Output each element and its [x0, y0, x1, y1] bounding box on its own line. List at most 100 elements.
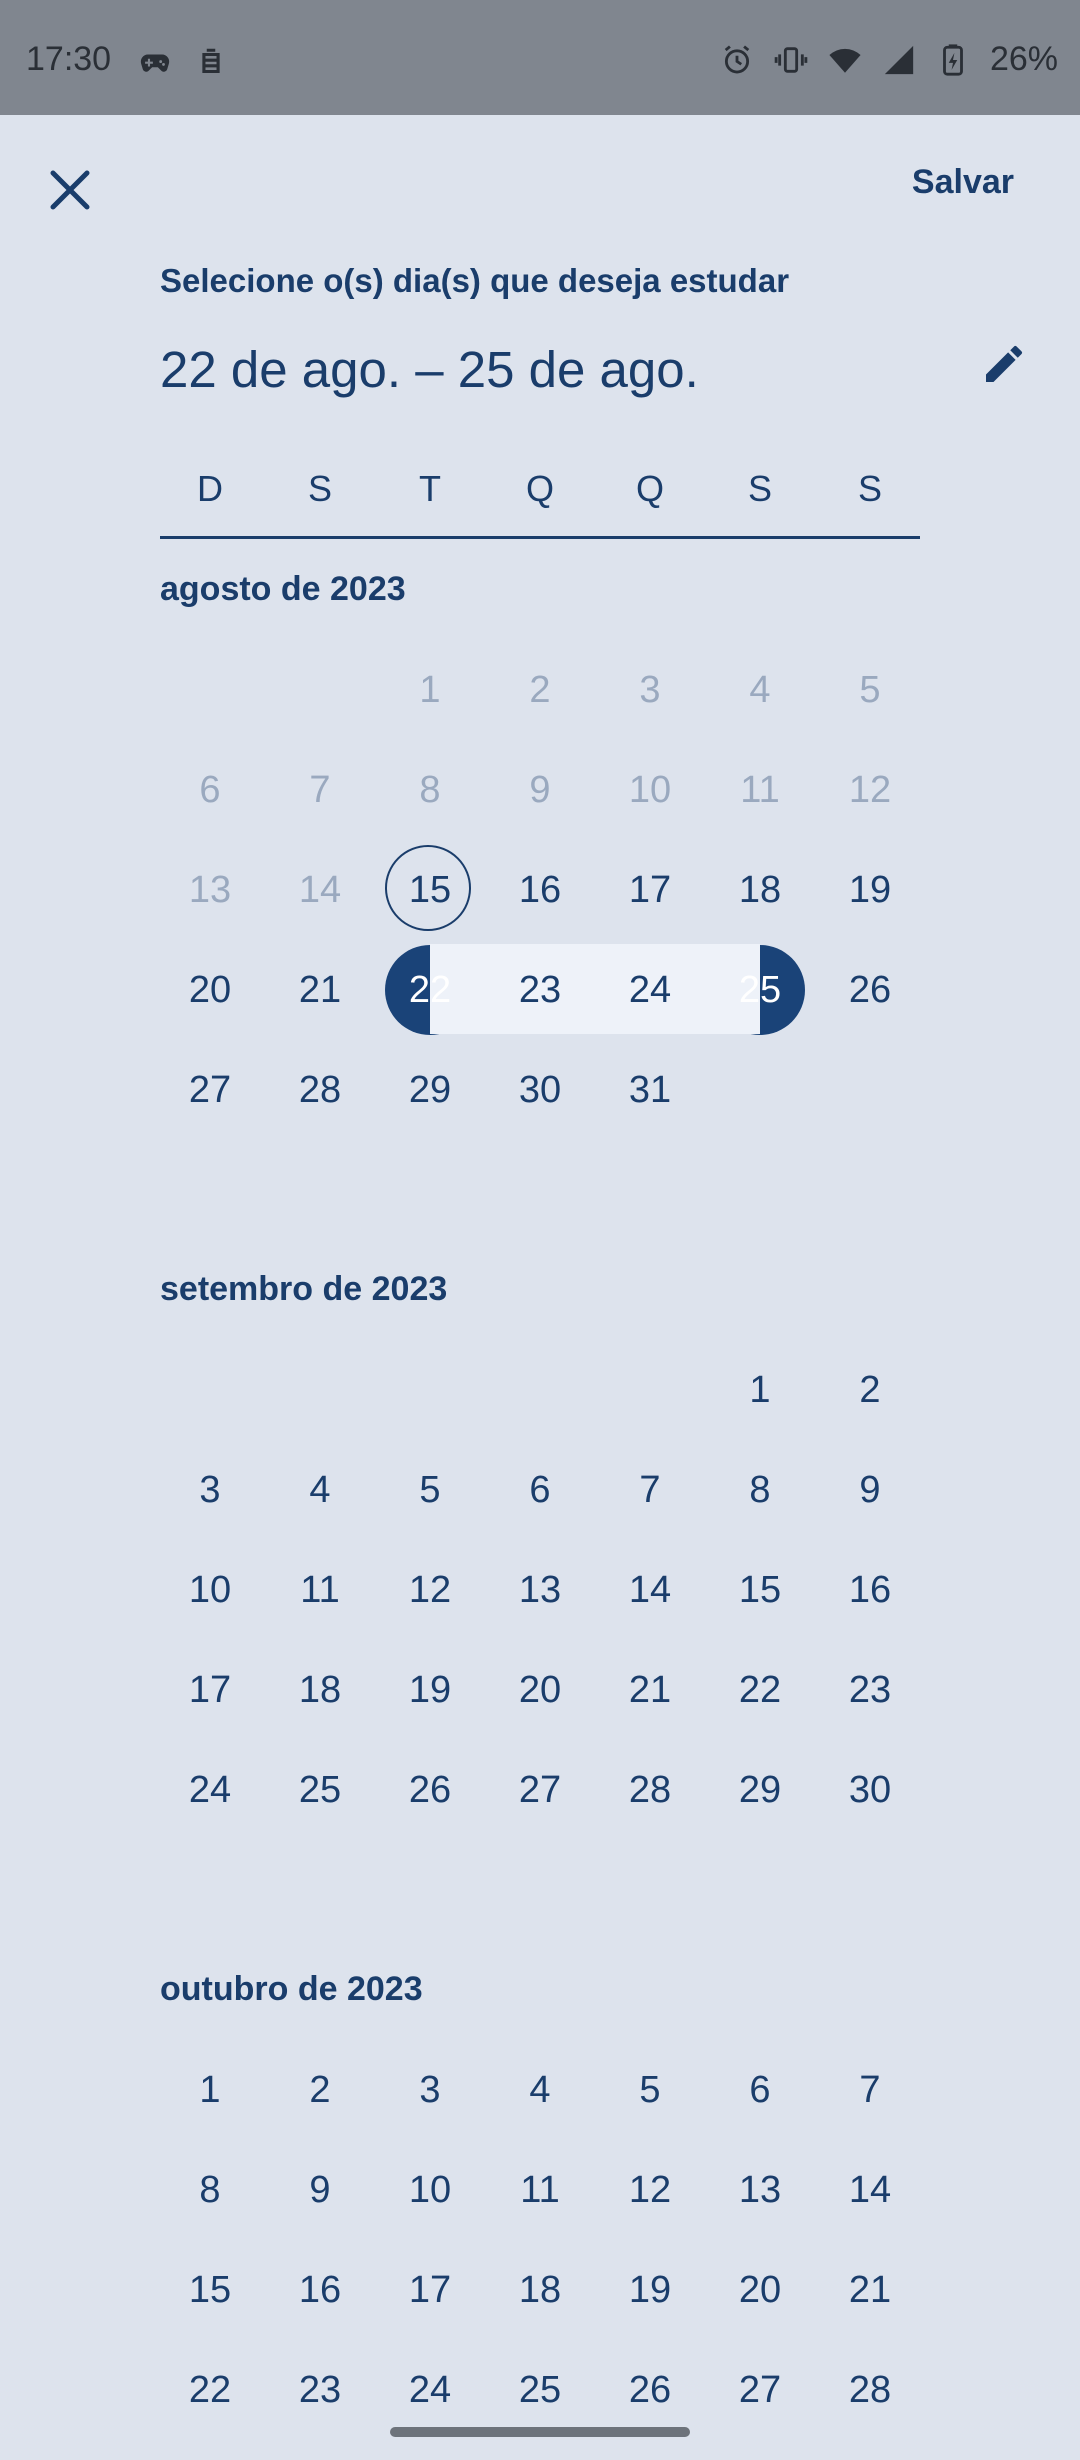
gamepad-icon — [140, 54, 170, 72]
calendar-day[interactable]: 28 — [595, 1760, 705, 1820]
calendar-day[interactable]: 19 — [595, 2260, 705, 2320]
weekday-label: S — [857, 468, 882, 509]
calendar-day[interactable]: 21 — [815, 2260, 925, 2320]
calendar-day-disabled: 9 — [529, 769, 551, 811]
calendar-day[interactable]: 6 — [705, 2060, 815, 2120]
picker-subtitle: Selecione o(s) dia(s) que deseja estudar — [160, 262, 790, 299]
calendar-day[interactable]: 15 — [705, 1560, 815, 1620]
calendar-day-disabled: 5 — [859, 669, 881, 711]
calendar-day[interactable]: 31 — [595, 1060, 705, 1120]
calendar-day[interactable]: 27 — [485, 1760, 595, 1820]
calendar-day[interactable]: 16 — [485, 860, 595, 920]
calendar-day[interactable]: 2 — [815, 1360, 925, 1420]
calendar-day[interactable]: 9 — [265, 2160, 375, 2220]
calendar-day[interactable]: 5 — [375, 1460, 485, 1520]
calendar-day-disabled: 13 — [188, 869, 232, 911]
calendar-day[interactable]: 19 — [375, 1660, 485, 1720]
battery-charging-icon — [943, 43, 963, 76]
calendar-day[interactable]: 17 — [155, 1660, 265, 1720]
calendar-day[interactable]: 27 — [155, 1060, 265, 1120]
calendar-day[interactable]: 1 — [155, 2060, 265, 2120]
robot-icon — [202, 48, 220, 74]
signal-icon — [884, 45, 914, 74]
calendar-day[interactable]: 15 — [155, 2260, 265, 2320]
calendar-day[interactable]: 19 — [815, 860, 925, 920]
close-icon[interactable] — [40, 160, 100, 220]
calendar-day[interactable]: 11 — [485, 2160, 595, 2220]
wifi-icon — [829, 48, 861, 73]
calendar-day[interactable]: 23 — [265, 2360, 375, 2420]
calendar-day[interactable]: 18 — [265, 1660, 375, 1720]
calendar-day[interactable]: 12 — [375, 1560, 485, 1620]
calendar-day[interactable]: 27 — [705, 2360, 815, 2420]
calendar-day[interactable]: 9 — [815, 1460, 925, 1520]
calendar-day[interactable]: 21 — [595, 1660, 705, 1720]
calendar-day-disabled: 3 — [639, 669, 661, 711]
calendar-day[interactable]: 28 — [265, 1060, 375, 1120]
calendar-day[interactable]: 23 — [815, 1660, 925, 1720]
calendar-day[interactable]: 12 — [595, 2160, 705, 2220]
calendar-day[interactable]: 21 — [265, 960, 375, 1020]
calendar-day[interactable]: 28 — [815, 2360, 925, 2420]
weekday-label: S — [307, 468, 332, 509]
calendar-day[interactable]: 8 — [155, 2160, 265, 2220]
status-bar: 17:30 26% — [0, 0, 1080, 115]
calendar-day[interactable]: 20 — [705, 2260, 815, 2320]
weekday-header: D S T Q Q S S — [160, 468, 920, 539]
calendar-day[interactable]: 4 — [265, 1460, 375, 1520]
calendar-day[interactable]: 2 — [265, 2060, 375, 2120]
calendar-day[interactable]: 20 — [485, 1660, 595, 1720]
calendar-day[interactable]: 20 — [155, 960, 265, 1020]
calendar-day[interactable]: 29 — [375, 1060, 485, 1120]
pencil-icon[interactable] — [980, 340, 1028, 388]
calendar-day[interactable]: 16 — [265, 2260, 375, 2320]
calendar-day[interactable]: 26 — [815, 960, 925, 1020]
save-button[interactable]: Salvar — [912, 163, 1014, 202]
calendar-day-today[interactable]: 15 — [375, 845, 485, 931]
calendar-day[interactable]: 7 — [815, 2060, 925, 2120]
calendar-day[interactable]: 18 — [705, 860, 815, 920]
calendar-day[interactable]: 13 — [485, 1560, 595, 1620]
calendar-day[interactable]: 26 — [595, 2360, 705, 2420]
calendar-day[interactable]: 23 — [485, 960, 595, 1020]
calendar-day[interactable]: 13 — [705, 2160, 815, 2220]
calendar-day-disabled: 2 — [529, 669, 551, 711]
calendar-day[interactable]: 25 — [265, 1760, 375, 1820]
calendar-day[interactable]: 18 — [485, 2260, 595, 2320]
calendar-day[interactable]: 25 — [485, 2360, 595, 2420]
calendar-day[interactable]: 30 — [485, 1060, 595, 1120]
weekday-label: D — [197, 468, 223, 509]
calendar-day[interactable]: 22 — [705, 1660, 815, 1720]
weekday-label: S — [747, 468, 772, 509]
month-label: outubro de 2023 — [160, 1970, 423, 2008]
calendar-day[interactable]: 1 — [705, 1360, 815, 1420]
calendar-day[interactable]: 8 — [705, 1460, 815, 1520]
calendar-day[interactable]: 7 — [595, 1460, 705, 1520]
calendar-day[interactable]: 4 — [485, 2060, 595, 2120]
selected-range-title: 22 de ago. – 25 de ago. — [160, 341, 699, 398]
calendar-day[interactable]: 16 — [815, 1560, 925, 1620]
calendar-day[interactable]: 3 — [375, 2060, 485, 2120]
calendar-day-disabled: 7 — [309, 769, 331, 811]
calendar-day[interactable]: 17 — [595, 860, 705, 920]
calendar-day[interactable]: 24 — [155, 1760, 265, 1820]
calendar-day[interactable]: 22 — [155, 2360, 265, 2420]
calendar-day-range-end[interactable]: 25 — [705, 945, 815, 1035]
calendar-day-disabled: 14 — [298, 869, 342, 911]
calendar-day[interactable]: 14 — [815, 2160, 925, 2220]
calendar-day[interactable]: 24 — [595, 960, 705, 1020]
calendar-day[interactable]: 17 — [375, 2260, 485, 2320]
calendar-day[interactable]: 5 — [595, 2060, 705, 2120]
calendar-day-range-start[interactable]: 22 — [375, 945, 485, 1035]
calendar-day-disabled: 10 — [628, 769, 672, 811]
calendar-day[interactable]: 3 — [155, 1460, 265, 1520]
calendar-day[interactable]: 14 — [595, 1560, 705, 1620]
calendar-day[interactable]: 29 — [705, 1760, 815, 1820]
calendar-day[interactable]: 10 — [155, 1560, 265, 1620]
calendar-day[interactable]: 6 — [485, 1460, 595, 1520]
calendar-day[interactable]: 26 — [375, 1760, 485, 1820]
calendar-day[interactable]: 10 — [375, 2160, 485, 2220]
calendar-day[interactable]: 11 — [265, 1560, 375, 1620]
calendar-day[interactable]: 30 — [815, 1760, 925, 1820]
calendar-day[interactable]: 24 — [375, 2360, 485, 2420]
